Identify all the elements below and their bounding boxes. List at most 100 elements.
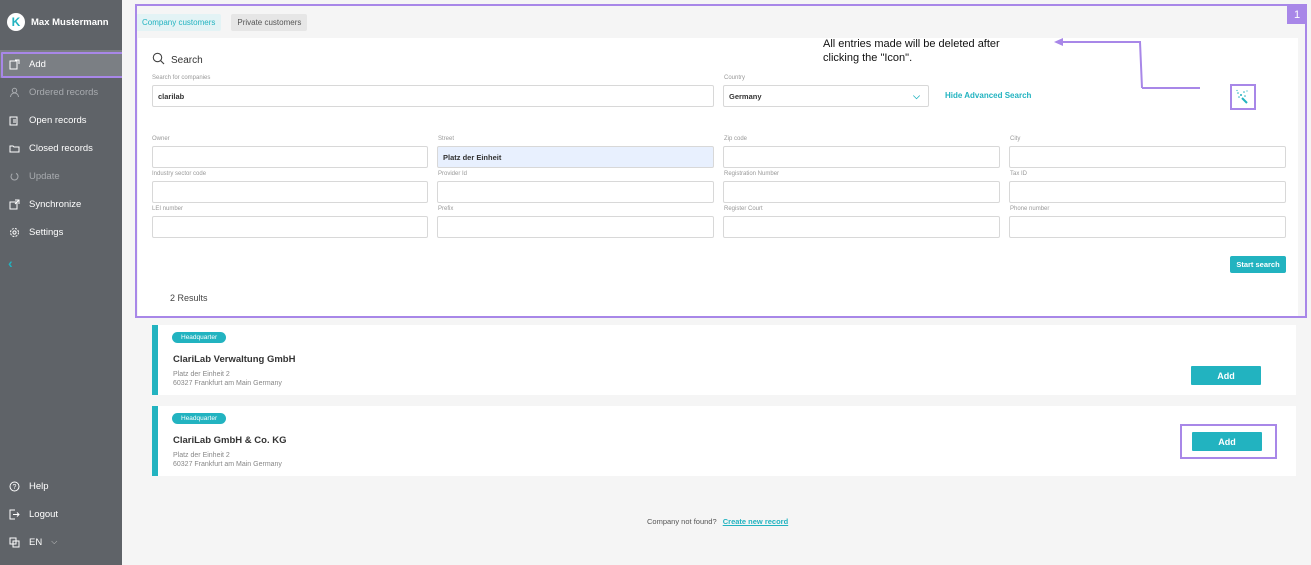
sidebar-item-update[interactable]: Update — [0, 162, 122, 190]
sidebar-item-synchronize[interactable]: Synchronize — [0, 190, 122, 218]
search-icon — [152, 52, 165, 68]
add-record-icon — [8, 58, 20, 70]
country-value: Germany — [729, 91, 762, 101]
sidebar-item-logout[interactable]: Logout — [0, 500, 122, 528]
refresh-icon — [8, 170, 20, 182]
footer-prompt: Company not found? Create new record — [647, 517, 788, 526]
phone-number-label: Phone number — [1010, 206, 1050, 212]
address-street: Platz der Einheit 2 — [173, 371, 230, 378]
zip-code-field[interactable] — [723, 146, 1000, 168]
start-search-button[interactable]: Start search — [1230, 256, 1286, 273]
sidebar-item-help[interactable]: ? Help — [0, 472, 122, 500]
city-field[interactable] — [1009, 146, 1286, 168]
register-court-label: Register Court — [724, 206, 763, 212]
prefix-label: Prefix — [438, 206, 454, 212]
address-city: 60327 Frankfurt am Main Germany — [173, 380, 282, 387]
tab-private-customers[interactable]: Private customers — [231, 14, 308, 31]
phone-number-field[interactable] — [1009, 216, 1286, 238]
sidebar-item-label: Open records — [29, 114, 87, 126]
language-icon — [8, 536, 20, 548]
sidebar-bottom-nav: ? Help Logout EN ⌵ — [0, 472, 122, 556]
results-count: 2 Results — [170, 293, 208, 303]
avatar: K — [7, 13, 25, 31]
sidebar-item-label: Ordered records — [29, 86, 99, 98]
sidebar-item-label: Update — [29, 170, 60, 182]
company-address: Platz der Einheit 2 60327 Frankfurt am M… — [173, 451, 282, 469]
tab-company-customers[interactable]: Company customers — [136, 14, 222, 31]
sidebar-item-label: Synchronize — [29, 198, 82, 210]
user-profile[interactable]: K Max Mustermann — [7, 13, 109, 31]
annotation-number: 1 — [1287, 6, 1307, 24]
provider-id-field[interactable] — [437, 181, 714, 203]
company-search-input[interactable]: clarilab — [152, 85, 714, 107]
address-street: Platz der Einheit 2 — [173, 452, 230, 459]
person-icon — [8, 86, 20, 98]
industry-sector-code-label: Industry sector code — [152, 171, 207, 177]
sidebar-item-ordered-records[interactable]: Ordered records — [0, 78, 122, 106]
add-company-button[interactable]: Add — [1192, 432, 1262, 451]
annotation-note-line: clicking the "Icon". — [823, 52, 913, 64]
sidebar-item-add[interactable]: Add — [0, 50, 122, 78]
lei-number-label: LEI number — [152, 206, 184, 212]
registration-number-field[interactable] — [723, 181, 1000, 203]
prefix-field[interactable] — [437, 216, 714, 238]
folder-icon — [8, 142, 20, 154]
lei-number-field[interactable] — [152, 216, 428, 238]
open-records-icon — [8, 114, 20, 126]
tax-id-label: Tax ID — [1010, 171, 1028, 177]
chevron-down-icon: ⌵ — [51, 537, 58, 546]
app-window: K Max Mustermann Add Ordered records Ope… — [0, 0, 1311, 565]
chevron-down-icon: ⌵ — [913, 91, 920, 101]
result-card: Headquarter ClariLab GmbH & Co. KG Platz… — [152, 406, 1296, 476]
country-select[interactable]: Germany ⌵ — [723, 85, 929, 107]
annotation-highlight-clear-icon — [1230, 84, 1256, 110]
sidebar-item-label: Add — [29, 58, 46, 70]
street-field[interactable]: Platz der Einheit — [437, 146, 714, 168]
company-name: ClariLab Verwaltung GmbH — [173, 354, 296, 365]
annotation-arrow — [1054, 38, 1200, 89]
city-label: City — [1010, 136, 1021, 142]
street-label: Street — [438, 136, 455, 142]
sidebar-item-label: Logout — [29, 508, 59, 520]
owner-field[interactable] — [152, 146, 428, 168]
status-badge: Headquarter — [172, 413, 227, 424]
gear-icon — [8, 226, 20, 238]
company-search-label: Search for companies — [152, 75, 211, 81]
user-name: Max Mustermann — [31, 16, 109, 28]
result-card: Headquarter ClariLab Verwaltung GmbH Pla… — [152, 325, 1296, 395]
sidebar-item-closed-records[interactable]: Closed records — [0, 134, 122, 162]
chevron-left-icon[interactable]: ‹ — [8, 255, 13, 271]
registration-number-label: Registration Number — [724, 171, 780, 177]
status-badge: Headquarter — [172, 332, 227, 343]
owner-label: Owner — [152, 136, 170, 142]
search-heading: Search — [152, 52, 203, 68]
sidebar-item-label: Help — [29, 480, 49, 492]
language-selector[interactable]: EN ⌵ — [0, 528, 122, 556]
company-address: Platz der Einheit 2 60327 Frankfurt am M… — [173, 370, 282, 388]
industry-sector-code-field[interactable] — [152, 181, 428, 203]
hide-advanced-search-link[interactable]: Hide Advanced Search — [945, 91, 1031, 100]
add-company-button[interactable]: Add — [1191, 366, 1261, 385]
address-city: 60327 Frankfurt am Main Germany — [173, 461, 282, 468]
language-label: EN — [29, 536, 43, 548]
sidebar-item-open-records[interactable]: Open records — [0, 106, 122, 134]
logout-icon — [8, 508, 20, 520]
customer-tabs: Company customers Private customers — [136, 14, 308, 31]
annotation-note: All entries made will be deleted after c… — [823, 37, 1000, 65]
sidebar-item-label: Settings — [29, 226, 64, 238]
register-court-field[interactable] — [723, 216, 1000, 238]
tax-id-field[interactable] — [1009, 181, 1286, 203]
annotation-note-line: All entries made will be deleted after — [823, 38, 1000, 50]
zip-code-label: Zip code — [724, 136, 748, 142]
company-name: ClariLab GmbH & Co. KG — [173, 435, 287, 446]
search-title: Search — [171, 54, 203, 66]
svg-text:?: ? — [12, 484, 16, 491]
help-icon: ? — [8, 480, 20, 492]
sidebar-nav: Add Ordered records Open records Closed … — [0, 50, 122, 246]
sidebar-item-settings[interactable]: Settings — [0, 218, 122, 246]
sidebar: K Max Mustermann Add Ordered records Ope… — [0, 0, 122, 565]
provider-id-label: Provider Id — [438, 171, 468, 177]
sidebar-item-label: Closed records — [29, 142, 93, 154]
country-label: Country — [724, 75, 746, 81]
create-new-record-link[interactable]: Create new record — [723, 517, 788, 526]
